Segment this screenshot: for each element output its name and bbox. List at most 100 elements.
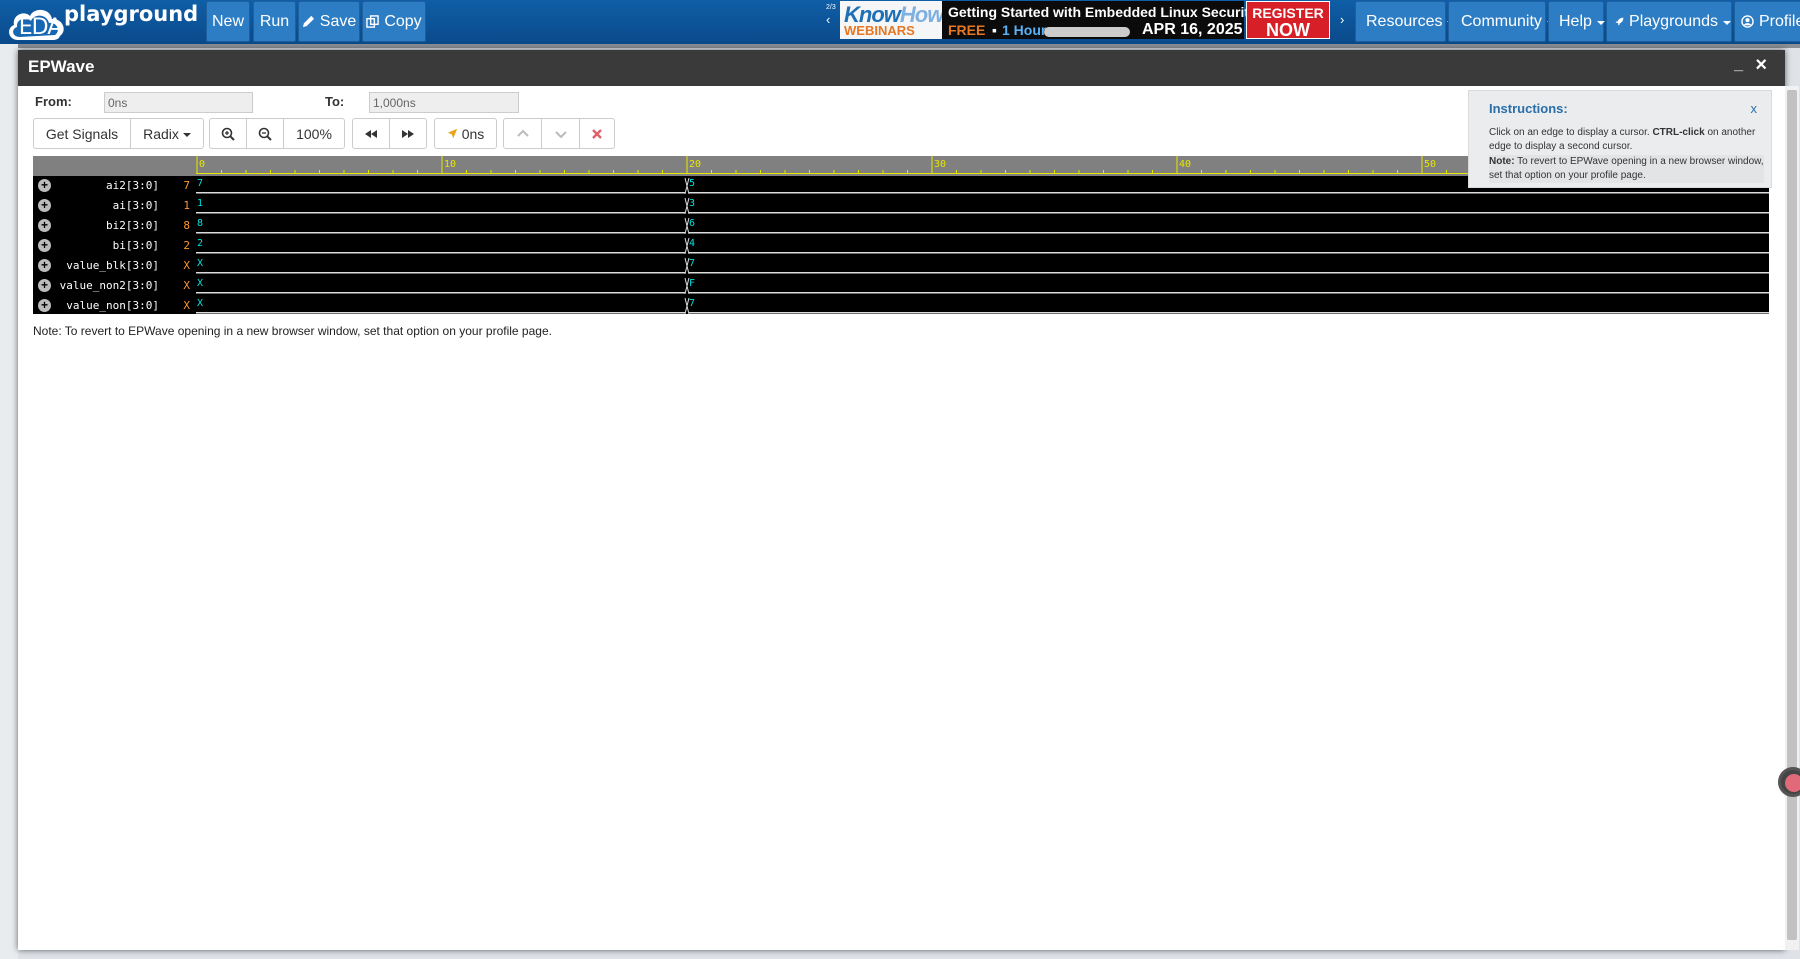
- signal-name[interactable]: ai2[3:0]: [106, 179, 159, 192]
- scrollbar-thumb[interactable]: [1787, 90, 1797, 940]
- ruler-tick-label: 40: [1179, 159, 1191, 170]
- radix-dropdown[interactable]: Radix: [130, 118, 204, 149]
- segment-value: 7: [689, 298, 696, 309]
- signal-row[interactable]: + ai[3:0] 1 1 3: [33, 196, 1769, 216]
- cursor-up-button[interactable]: [503, 118, 542, 149]
- signal-row[interactable]: + value_blk[3:0] X X 7: [33, 256, 1769, 276]
- expand-signal-icon[interactable]: +: [38, 219, 51, 232]
- signal-trace[interactable]: [196, 258, 1769, 274]
- close-icon[interactable]: ×: [1755, 54, 1767, 77]
- signal-cursor-value: X: [183, 259, 190, 272]
- expand-signal-icon[interactable]: +: [38, 299, 51, 312]
- run-button[interactable]: Run: [253, 1, 296, 42]
- carousel-next-icon[interactable]: ›: [1340, 12, 1344, 27]
- segment-value: 7: [197, 178, 204, 189]
- next-edge-button[interactable]: [389, 118, 427, 149]
- instructions-popover: Instructions: x Click on an edge to disp…: [1468, 90, 1772, 188]
- user-circle-icon: [1741, 15, 1754, 28]
- ad-date: APR 16, 2025: [1142, 21, 1243, 38]
- signal-name[interactable]: ai[3:0]: [113, 199, 159, 212]
- playgrounds-label: Playgrounds: [1629, 12, 1718, 30]
- cursor-time-button[interactable]: 0ns: [434, 118, 497, 149]
- zoom-level-button[interactable]: 100%: [283, 118, 345, 149]
- instr-l2b: To revert to EPWave opening in a new bro…: [1489, 156, 1764, 181]
- ad-separator: ▪: [992, 22, 997, 38]
- signal-name[interactable]: value_blk[3:0]: [66, 259, 159, 272]
- new-button[interactable]: New: [206, 1, 250, 42]
- community-menu[interactable]: Community: [1448, 1, 1555, 42]
- expand-signal-icon[interactable]: +: [38, 259, 51, 272]
- carousel-prev-icon[interactable]: ‹: [826, 12, 830, 27]
- signal-row[interactable]: + bi2[3:0] 8 8 6: [33, 216, 1769, 236]
- zoom-out-button[interactable]: [246, 118, 284, 149]
- from-input[interactable]: [104, 92, 253, 113]
- copy-button-label: Copy: [384, 12, 422, 30]
- caret-down-icon: [182, 132, 191, 137]
- signal-cursor-value: X: [183, 299, 190, 312]
- segment-value: 3: [689, 198, 696, 209]
- expand-signal-icon[interactable]: +: [38, 199, 51, 212]
- copy-button[interactable]: Copy: [362, 1, 426, 42]
- expand-signal-icon[interactable]: +: [38, 279, 51, 292]
- expand-signal-icon[interactable]: +: [38, 179, 51, 192]
- signal-name[interactable]: bi[3:0]: [113, 239, 159, 252]
- vertical-scrollbar[interactable]: [1785, 86, 1799, 950]
- eda-playground-logo[interactable]: EDA playground: [4, 2, 198, 42]
- instructions-close[interactable]: x: [1751, 101, 1758, 116]
- from-label: From:: [35, 94, 72, 109]
- carousel-pager: 2/3: [826, 4, 836, 11]
- signal-row[interactable]: + bi[3:0] 2 2 4: [33, 236, 1769, 256]
- logo-eda-text: EDA: [18, 15, 63, 40]
- signal-trace[interactable]: [196, 278, 1769, 294]
- webinar-ad-banner[interactable]: Getting Started with Embedded Linux Secu…: [942, 1, 1257, 39]
- cursor-time-label: 0ns: [461, 125, 485, 142]
- ad-headline: Getting Started with Embedded Linux Secu…: [948, 4, 1257, 20]
- ruler-tick-label: 10: [444, 159, 456, 170]
- expand-signal-icon[interactable]: +: [38, 239, 51, 252]
- translate-icon: [1785, 774, 1800, 792]
- caret-down-icon: [1723, 20, 1731, 25]
- instructions-title: Instructions:: [1489, 101, 1568, 116]
- signal-trace[interactable]: [196, 218, 1769, 234]
- resources-menu[interactable]: Resources: [1355, 1, 1456, 42]
- save-button-label: Save: [319, 12, 357, 30]
- profile-menu[interactable]: Profile: [1734, 1, 1800, 42]
- delete-cursor-button[interactable]: [579, 118, 615, 149]
- to-input[interactable]: [369, 92, 519, 113]
- community-label: Community: [1461, 12, 1542, 30]
- radix-label: Radix: [143, 125, 179, 142]
- fast-forward-icon: [402, 129, 414, 138]
- prev-edge-button[interactable]: [352, 118, 390, 149]
- floating-translate-button[interactable]: [1778, 767, 1800, 797]
- instructions-line-2: Note: To revert to EPWave opening in a n…: [1489, 155, 1764, 183]
- cursor-down-button[interactable]: [541, 118, 580, 149]
- zoom-in-button[interactable]: [209, 118, 247, 149]
- top-navbar: EDA playground New Run Save Copy ‹ 2/3 K…: [0, 0, 1800, 44]
- zoom-in-icon: [221, 127, 235, 141]
- signal-row[interactable]: + value_non2[3:0] X X F: [33, 276, 1769, 296]
- new-button-label: New: [211, 12, 244, 30]
- register-now-button[interactable]: REGISTER NOW: [1246, 1, 1330, 39]
- playgrounds-menu[interactable]: Playgrounds: [1606, 1, 1732, 42]
- get-signals-button[interactable]: Get Signals: [33, 118, 131, 149]
- signal-cursor-value: 1: [183, 199, 190, 212]
- signal-trace[interactable]: [196, 298, 1769, 314]
- signal-name[interactable]: bi2[3:0]: [106, 219, 159, 232]
- segment-value: 1: [197, 198, 204, 209]
- signal-name[interactable]: value_non2[3:0]: [60, 279, 159, 292]
- help-menu[interactable]: Help: [1548, 1, 1605, 42]
- knowhow-webinars-ad[interactable]: KnowHow WEBINARS: [840, 1, 944, 39]
- knowhow-subtitle: WEBINARS: [844, 23, 915, 38]
- segment-value: 6: [689, 218, 696, 229]
- minimize-icon[interactable]: _: [1734, 56, 1743, 74]
- segment-value: 2: [197, 238, 204, 249]
- signal-row[interactable]: + value_non[3:0] X X 7: [33, 296, 1769, 316]
- ruler-tick-label: 30: [934, 159, 946, 170]
- signal-trace[interactable]: [196, 238, 1769, 254]
- signal-trace[interactable]: [196, 198, 1769, 214]
- pencil-icon: [302, 15, 314, 28]
- instructions-line-1: Click on an edge to display a cursor. CT…: [1489, 126, 1764, 154]
- save-button[interactable]: Save: [298, 1, 360, 42]
- signal-name[interactable]: value_non[3:0]: [66, 299, 159, 312]
- instr-l2a: Note:: [1489, 156, 1515, 167]
